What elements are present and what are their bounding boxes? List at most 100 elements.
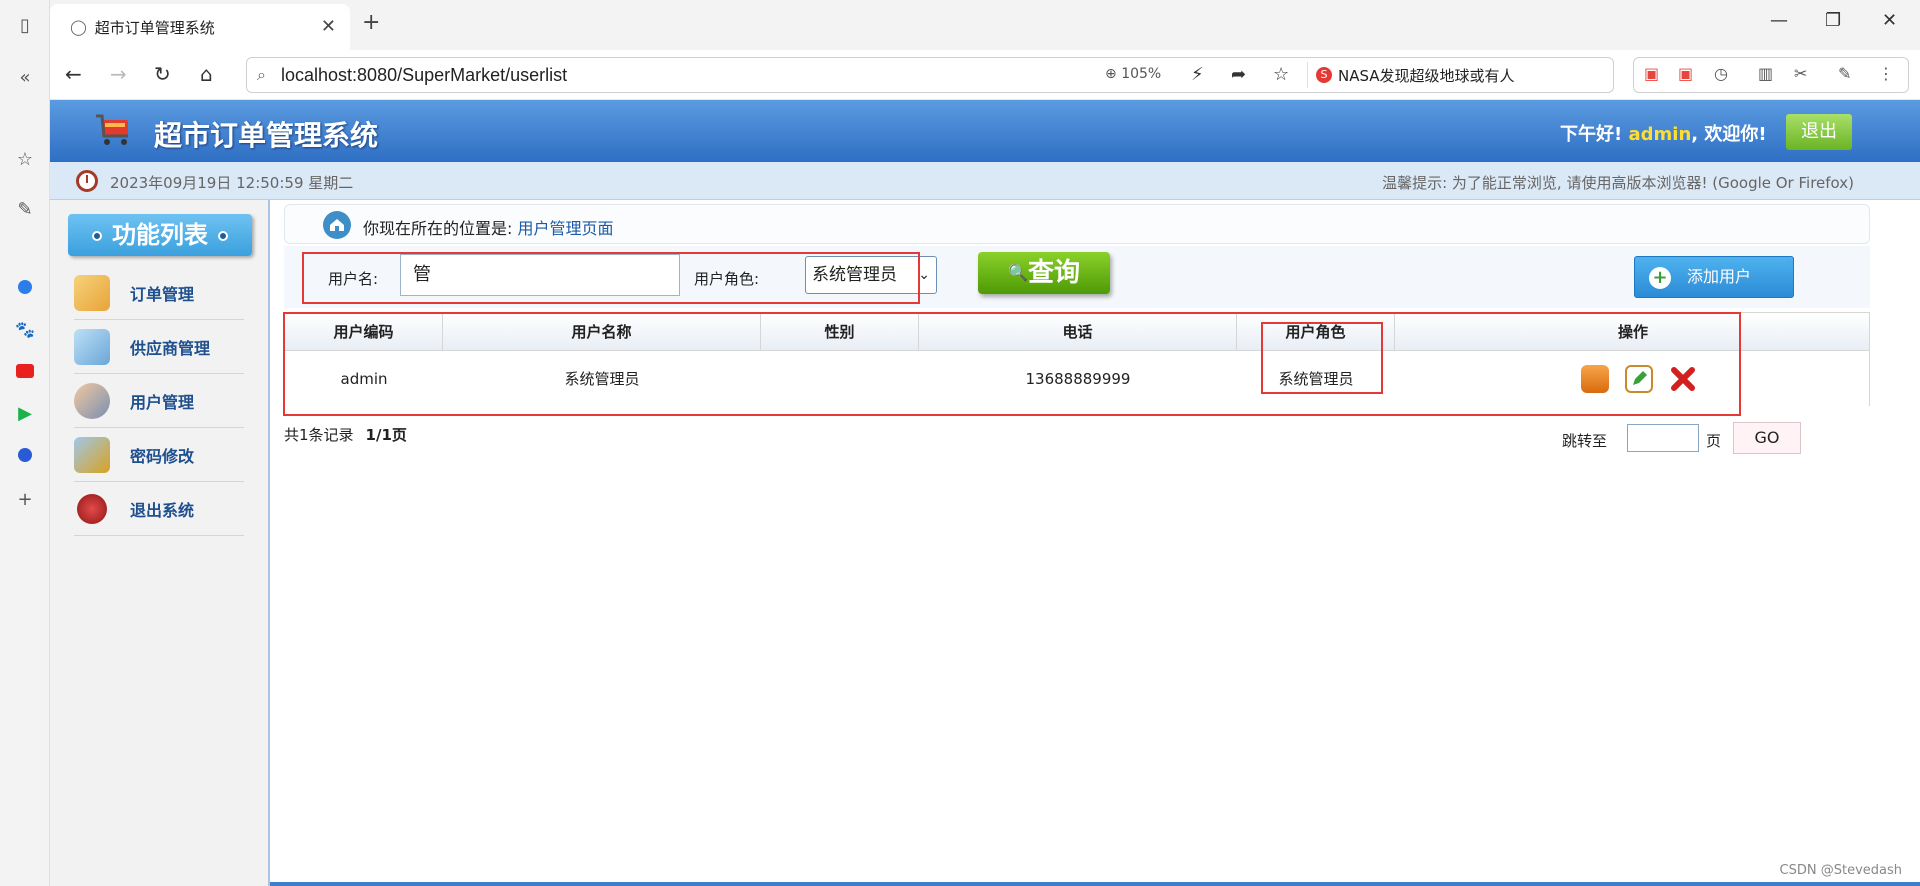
user-table: 用户编码 用户名称 性别 电话 用户角色 操作 admin 系统管理员 1368… — [284, 312, 1870, 407]
search-icon: ⌕ — [257, 65, 266, 84]
zoom-level[interactable]: ⊕ 105% — [1105, 66, 1161, 82]
bullet-icon — [218, 231, 228, 241]
info-bar: 2023年09月19日 12:50:59 星期二 温馨提示: 为了能正常浏览, … — [50, 162, 1920, 200]
play-icon[interactable]: ▶ — [12, 400, 38, 426]
delete-icon[interactable] — [1669, 365, 1697, 393]
logout-button[interactable]: 退出 — [1786, 114, 1852, 150]
collapse-icon[interactable]: « — [12, 64, 38, 90]
history-icon[interactable]: ◷ — [1714, 64, 1728, 83]
pdf-icon[interactable]: ▣ — [1644, 64, 1659, 83]
query-button[interactable]: 🔍查询 — [978, 252, 1110, 294]
sidebar-item-orders[interactable]: 订单管理 — [74, 266, 244, 320]
bookmark-star-icon[interactable]: ☆ — [1273, 64, 1289, 85]
jump-label: 跳转至 — [1562, 432, 1608, 450]
minimize-icon[interactable]: — — [1770, 10, 1788, 31]
tab-title: 超市订单管理系统 — [94, 18, 215, 37]
edit-icon[interactable] — [1625, 365, 1653, 393]
sidebar-item-label: 供应商管理 — [130, 338, 211, 358]
sidebar-item-users[interactable]: 用户管理 — [74, 374, 244, 428]
username-search-input[interactable]: 管 — [400, 254, 680, 296]
news-ticker[interactable]: S NASA发现超级地球或有人 — [1307, 62, 1552, 88]
pen-icon[interactable]: ✎ — [1838, 64, 1851, 83]
location-prefix: 你现在所在的位置是: — [363, 219, 513, 238]
add-user-label: 添加用户 — [1687, 267, 1752, 286]
users-icon — [74, 382, 110, 419]
url-input[interactable]: ⌕ localhost:8080/SuperMarket/userlist ⊕ … — [246, 57, 1614, 93]
app-icon-1[interactable] — [12, 274, 38, 300]
favorites-icon[interactable]: ☆ — [12, 146, 38, 172]
current-datetime: 2023年09月19日 12:50:59 星期二 — [110, 174, 354, 192]
search-engine-icon: S — [1316, 67, 1332, 83]
plus-icon: + — [1649, 267, 1671, 289]
baidu-icon[interactable]: 🐾 — [12, 316, 38, 342]
sidebar-item-exit[interactable]: 退出系统 — [74, 482, 244, 536]
supplier-icon — [74, 328, 110, 365]
tab-active[interactable]: ◯ 超市订单管理系统 ✕ — [50, 4, 350, 50]
restore-icon[interactable]: ❐ — [1825, 10, 1841, 31]
app-icon-2[interactable] — [12, 358, 38, 384]
new-tab-icon[interactable]: + — [362, 10, 380, 35]
bullet-icon — [92, 231, 102, 241]
reload-icon[interactable]: ↻ — [154, 62, 171, 86]
clock-icon — [76, 170, 98, 192]
clock-app-icon[interactable] — [12, 442, 38, 468]
total-records: 共1条记录 — [284, 426, 354, 444]
main-content: 你现在所在的位置是: 用户管理页面 用户名: 管 用户角色: 系统管理员 ⌄ 🔍… — [272, 200, 1920, 886]
magnifier-icon: 🔍 — [1008, 263, 1028, 282]
col-role: 用户角色 — [1237, 313, 1395, 351]
col-phone: 电话 — [919, 313, 1237, 351]
col-user-code: 用户编码 — [285, 313, 443, 351]
page-count: 1/1页 — [365, 426, 407, 444]
location-page-link[interactable]: 用户管理页面 — [518, 219, 614, 238]
username-label: 用户名: — [328, 270, 379, 288]
home-icon[interactable]: ⌂ — [200, 62, 213, 86]
translate-icon[interactable]: ▣ — [1678, 64, 1693, 83]
breadcrumb: 你现在所在的位置是: 用户管理页面 — [284, 204, 1870, 244]
share-icon[interactable]: ➦ — [1231, 64, 1246, 85]
view-icon[interactable] — [1581, 365, 1609, 393]
forward-icon[interactable]: → — [110, 62, 127, 86]
browser-sidebar: ▯ « ☆ ✎ 🐾 ▶ + — [0, 0, 50, 886]
cart-icon — [96, 114, 128, 145]
jump-page-input[interactable] — [1627, 424, 1699, 452]
query-label: 查询 — [1027, 258, 1080, 288]
greeting-prefix: 下午好! — [1560, 124, 1623, 145]
lightning-icon[interactable]: ⚡ — [1191, 64, 1204, 85]
sidebar-toggle-icon[interactable]: ▯ — [12, 12, 38, 38]
bottom-border — [270, 882, 1920, 886]
role-select[interactable]: 系统管理员 ⌄ — [805, 256, 937, 294]
zoom-value: 105% — [1121, 66, 1162, 82]
back-icon[interactable]: ← — [65, 62, 82, 86]
scissors-icon[interactable]: ✂ — [1794, 64, 1807, 83]
watermark: CSDN @Stevedash — [1779, 863, 1902, 878]
browser-tip: 温馨提示: 为了能正常浏览, 请使用高版本浏览器! (Google Or Fir… — [1382, 174, 1854, 192]
cell-gender — [761, 351, 919, 407]
table-row: admin 系统管理员 13688889999 系统管理员 — [285, 351, 1869, 407]
cell-role: 系统管理员 — [1278, 370, 1354, 388]
sidebar-item-password[interactable]: 密码修改 — [74, 428, 244, 482]
tab-strip: ◯ 超市订单管理系统 ✕ + — ❐ ✕ — [50, 0, 1920, 50]
role-select-value: 系统管理员 — [812, 265, 897, 285]
reader-icon[interactable]: ▥ — [1758, 64, 1773, 83]
function-list-title: 功能列表 — [68, 214, 252, 256]
add-user-button[interactable]: + 添加用户 — [1634, 256, 1794, 298]
zoom-icon: ⊕ — [1105, 66, 1117, 82]
sidebar-item-suppliers[interactable]: 供应商管理 — [74, 320, 244, 374]
add-app-icon[interactable]: + — [12, 486, 38, 512]
globe-icon: ◯ — [70, 18, 87, 36]
col-actions: 操作 — [1617, 323, 1648, 341]
news-text: NASA发现超级地球或有人 — [1338, 66, 1515, 85]
username: admin — [1628, 124, 1692, 145]
go-button[interactable]: GO — [1733, 422, 1801, 454]
more-icon[interactable]: ⋮ — [1878, 64, 1894, 83]
window-close-icon[interactable]: ✕ — [1882, 10, 1897, 31]
table-header: 用户编码 用户名称 性别 电话 用户角色 操作 — [285, 313, 1869, 351]
notes-icon[interactable]: ✎ — [12, 196, 38, 222]
exit-icon — [77, 493, 107, 524]
app-header: 超市订单管理系统 下午好! admin, 欢迎你! 退出 — [50, 100, 1920, 162]
home-location-icon — [323, 211, 351, 239]
col-user-name: 用户名称 — [443, 313, 761, 351]
function-list-label: 功能列表 — [112, 221, 208, 249]
cell-phone: 13688889999 — [1025, 370, 1131, 388]
tab-close-icon[interactable]: ✕ — [321, 16, 336, 37]
